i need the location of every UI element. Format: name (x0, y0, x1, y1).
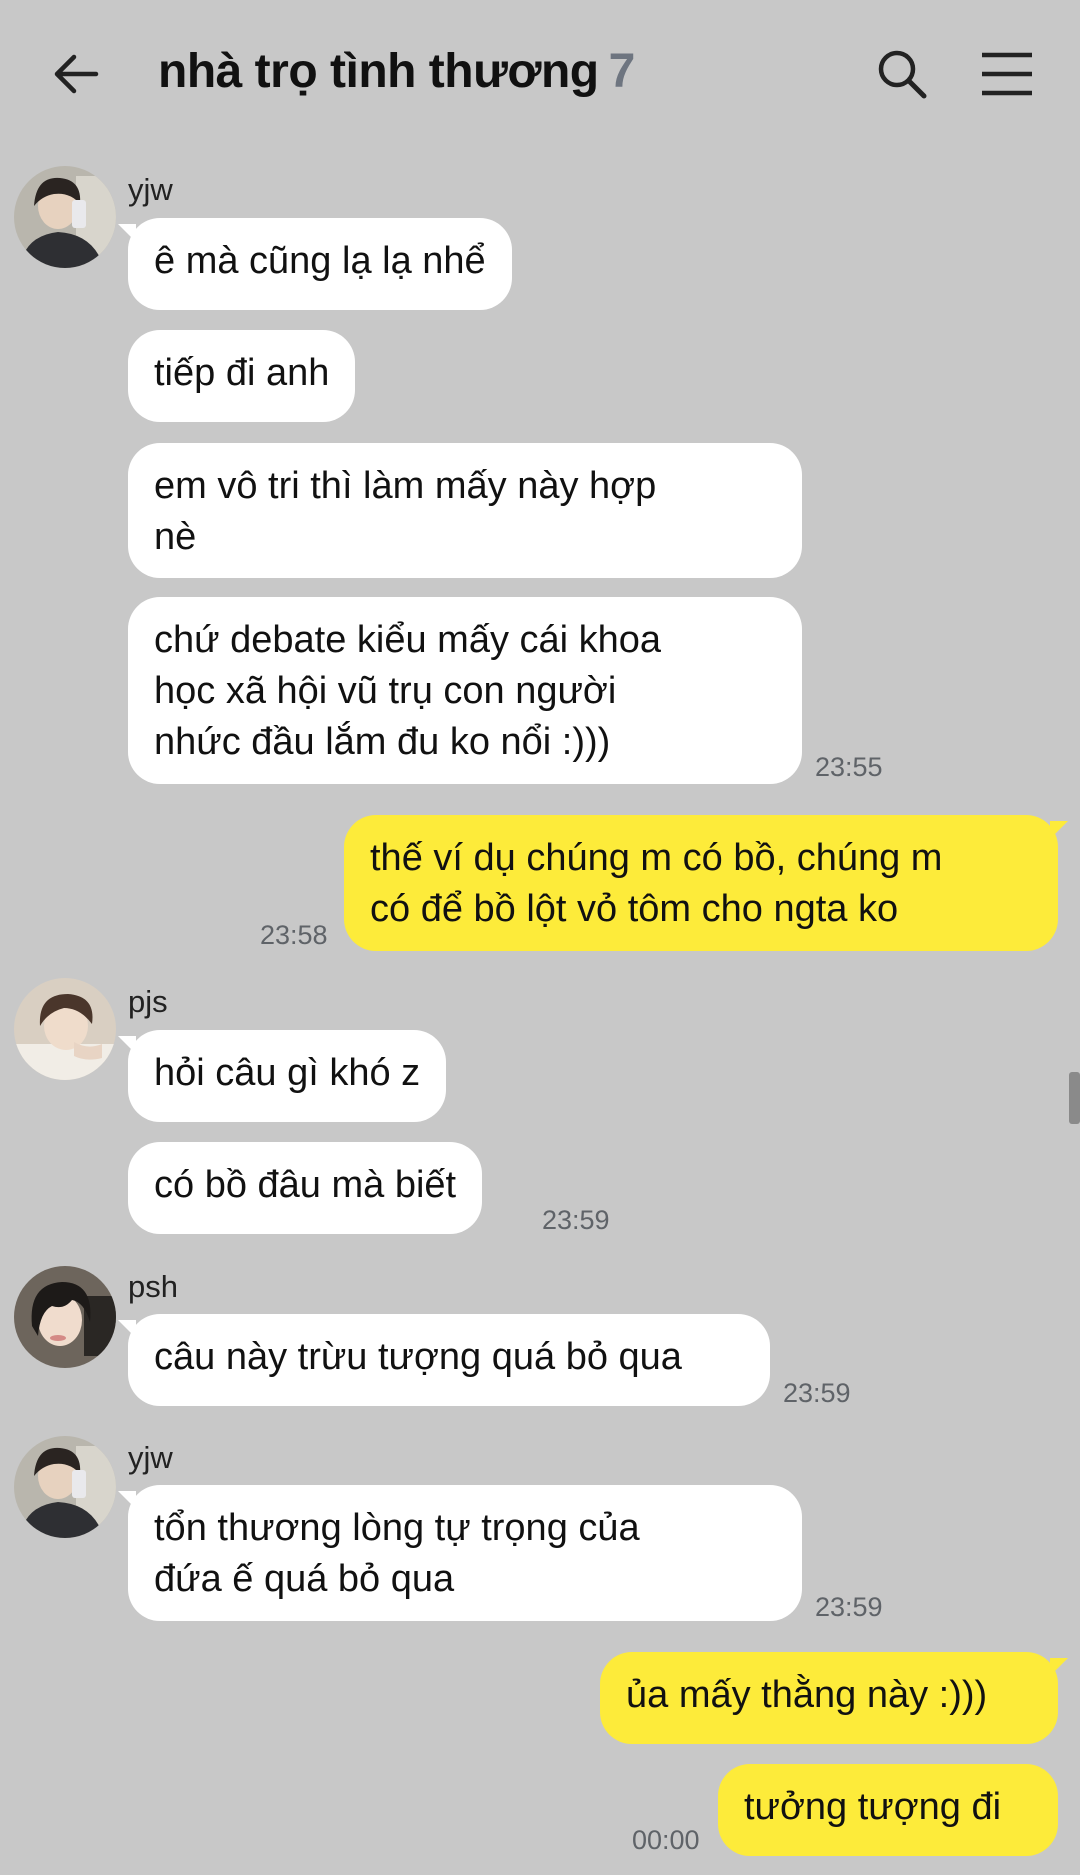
chat-title-text: nhà trọ tình thương (158, 45, 599, 98)
my-message-bubble[interactable]: ủa mấy thằng này :))) (600, 1652, 1068, 1744)
chat-header: nhà trọ tình thương 7 (0, 0, 1080, 150)
message-timestamp: 23:59 (542, 1205, 610, 1235)
avatar-pjs-image (14, 978, 116, 1080)
my-message-bubble[interactable]: thế ví dụ chúng m có bồ, chúng m có để b… (344, 815, 1068, 951)
message-timestamp: 23:59 (815, 1592, 883, 1622)
message-bubble[interactable]: tổn thương lòng tự trọng của đứa ế quá b… (118, 1485, 802, 1621)
avatar-pjs[interactable] (14, 978, 116, 1080)
avatar-yjw-image (14, 166, 116, 268)
sender-name: pjs (128, 984, 168, 1019)
member-count: 7 (608, 45, 636, 98)
sender-name: yjw (128, 1440, 173, 1475)
message-bubble[interactable]: em vô tri thì làm mấy này hợp nè (128, 443, 802, 578)
message-bubble[interactable]: có bồ đâu mà biết (128, 1142, 483, 1234)
message-timestamp: 23:59 (783, 1378, 851, 1408)
message-timestamp: 00:00 (632, 1825, 700, 1855)
message-bubble[interactable]: chứ debate kiểu mấy cái khoa học xã hội … (128, 597, 802, 784)
message-bubble[interactable]: tiếp đi anh (128, 330, 356, 422)
arrow-left-icon[interactable] (50, 48, 102, 100)
scrollbar-thumb[interactable] (1069, 1072, 1080, 1124)
message-bubble[interactable]: ê mà cũng lạ lạ nhể (118, 218, 512, 310)
avatar-yjw-image (14, 1436, 116, 1538)
message-bubble[interactable]: câu này trừu tượng quá bỏ qua (118, 1314, 770, 1406)
message-timestamp: 23:58 (260, 920, 328, 950)
sender-name: psh (128, 1269, 178, 1304)
avatar-yjw[interactable] (14, 166, 116, 268)
message-timestamp: 23:55 (815, 752, 883, 782)
search-icon[interactable] (876, 48, 928, 100)
sender-name: yjw (128, 172, 173, 207)
avatar-psh-image (14, 1266, 116, 1368)
message-bubble[interactable]: hỏi câu gì khó z (117, 1030, 447, 1122)
chat-title: nhà trọ tình thương 7 (158, 44, 635, 99)
hamburger-menu-icon[interactable] (980, 50, 1034, 98)
avatar-psh[interactable] (14, 1266, 116, 1368)
my-message-bubble[interactable]: tưởng tượng đi (718, 1764, 1058, 1856)
avatar-yjw[interactable] (14, 1436, 116, 1538)
